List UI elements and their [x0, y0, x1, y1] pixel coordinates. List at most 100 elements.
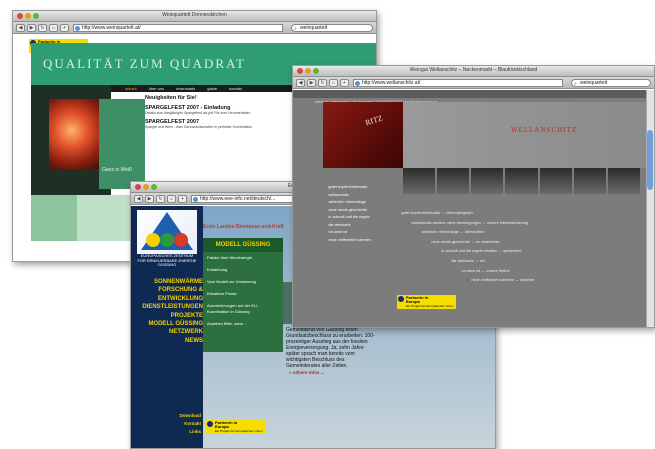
scrollbar-thumb[interactable] — [647, 130, 653, 190]
menu-item[interactable]: neue servis geschichte — [325, 207, 371, 215]
search-text: weinquartett — [580, 80, 608, 86]
photo-thumbnail — [437, 168, 470, 194]
menu-item[interactable]: in zukunft und die regeln — [325, 214, 371, 222]
feature-image — [49, 99, 99, 169]
reload-button[interactable]: ↻ — [38, 24, 47, 32]
left-menu: guter tropfen/informativ wellanschitz za… — [325, 184, 371, 244]
sitemap-item[interactable]: zahlreich: rebenhänge → übersichten — [398, 228, 648, 238]
eu-stars-icon — [207, 421, 213, 427]
search-icon: ⌕ — [574, 81, 577, 87]
back-button[interactable]: ◀ — [16, 24, 25, 32]
news-item-1-text: Details zum diesjährigen Spargelfest als… — [145, 111, 251, 115]
menu-item-forschung[interactable]: Forschung & Entwicklung — [135, 286, 203, 303]
nav-item-aktuell[interactable]: aktuell — [125, 85, 137, 92]
address-text: http://www.wellanschitz.at/ — [362, 80, 421, 86]
sitemap-item[interactable]: rot werk rot → unsere Weine — [398, 267, 648, 277]
sitemap-item[interactable]: guter tropfen/informativ → informativgle… — [398, 209, 648, 219]
add-bookmark-button[interactable]: + — [178, 195, 187, 203]
site-info-bar: weinbau | wellanschitz | Neckenmarkt | T… — [293, 90, 654, 104]
section-title: MODELL GÜSSING — [203, 238, 283, 252]
nav-item-kontakt[interactable]: kontakt — [229, 85, 242, 92]
reload-button[interactable]: ↻ — [318, 79, 327, 87]
sitemap-item[interactable]: neue zeitfenster kommen → rotweine — [398, 276, 648, 286]
search-field[interactable]: ⌕ weinquartett — [571, 79, 651, 87]
badge-tagline: Ein Projekt der Europäischen Union — [215, 429, 263, 433]
search-text: weinquartett — [300, 25, 328, 31]
sub-menu-item[interactable]: Auszeichnungen auf der EU-Koordination i… — [203, 300, 283, 318]
body-text: Gemeinderat von Güssing einen Grundsatzb… — [286, 327, 375, 369]
eu-stars-icon — [398, 296, 404, 302]
photo-thumbnail — [607, 168, 640, 194]
forward-button[interactable]: ▶ — [27, 24, 36, 32]
footer-menu: Download Kontakt Links — [135, 412, 202, 436]
window-title: Weinquartett Donnerskirchen — [162, 12, 227, 18]
more-info-link[interactable]: » nähere Infos ... — [289, 370, 325, 375]
site-slogan: QUALITÄT ZUM QUADRAT — [43, 56, 246, 71]
sub-menu-item[interactable]: Entstehung — [203, 264, 283, 276]
sub-menu-item[interactable]: Vom Modell zur Umsetzung — [203, 276, 283, 288]
menu-item-links[interactable]: Links — [135, 428, 201, 436]
menu-item[interactable]: zahlreich: rebenhänge — [325, 199, 371, 207]
sub-menu-item[interactable]: Ansehen Bitte, dann ... — [203, 318, 283, 330]
eebz-logo — [137, 210, 197, 254]
back-button[interactable]: ◀ — [134, 195, 143, 203]
menu-item-netzwerk[interactable]: Netzwerk — [135, 328, 203, 336]
sitemap-item[interactable]: wellanschitz weinen: reine übertragungen… — [398, 219, 648, 229]
add-bookmark-button[interactable]: + — [340, 79, 349, 87]
menu-item[interactable]: rot werk rot — [325, 229, 371, 237]
forward-button[interactable]: ▶ — [307, 79, 316, 87]
browser-toolbar: ◀ ▶ ↻ ⌂ + http://www.wellanschitz.at/ ⌕ … — [293, 77, 654, 89]
logo-caption: EUROPÄISCHES ZENTRUM FÜR ERNEUERBARE ENE… — [137, 253, 197, 267]
address-bar[interactable]: http://www.wellanschitz.at/ — [353, 79, 563, 87]
menu-item-dienstleistungen[interactable]: Dienstleistungen — [135, 303, 203, 311]
photo-thumbnail — [573, 168, 606, 194]
title-bar[interactable]: Weinquartett Donnerskirchen — [13, 11, 376, 22]
sub-menu-item[interactable]: Fakten über Windenergie — [203, 252, 283, 264]
title-bar[interactable]: Weingut Wellanschitz – Neckenmarkt – Bla… — [293, 66, 654, 77]
home-button[interactable]: ⌂ — [167, 195, 176, 203]
menu-item-news[interactable]: News — [135, 337, 203, 345]
photo-thumbnail — [505, 168, 538, 194]
hero-image-grey — [403, 102, 654, 168]
photo-thumbnail — [539, 168, 572, 194]
reload-button[interactable]: ↻ — [156, 195, 165, 203]
menu-item-download[interactable]: Download — [135, 412, 202, 420]
vertical-scrollbar[interactable] — [646, 90, 654, 327]
menu-item-kontakt[interactable]: Kontakt — [135, 420, 201, 428]
image-caption-panel: Ganz in Weiß — [99, 99, 145, 189]
address-bar[interactable]: http://www.weinquartett.at/ — [73, 24, 283, 32]
sitemap-item[interactable]: die weinkarte → ein — [398, 257, 648, 267]
sub-menu: Fakten über Windenergie Entstehung Vom M… — [203, 252, 283, 352]
browser-window-wellanschitz[interactable]: Weingut Wellanschitz – Neckenmarkt – Bla… — [292, 65, 655, 328]
menu-item[interactable]: wellanschitz — [325, 192, 371, 200]
menu-item-sonnenwaerme[interactable]: Sonnenwärme — [135, 278, 203, 286]
search-field[interactable]: ⌕ weinquartett — [291, 24, 373, 32]
eebz-logo-graphic — [141, 212, 193, 250]
nav-item-downloads[interactable]: downloads — [176, 85, 195, 92]
main-menu: Sonnenwärme Forschung & Entwicklung Dien… — [135, 278, 203, 345]
hero-image-red — [323, 102, 403, 168]
eu-partner-badge: Partnerin in Europa Ein Projekt der Euro… — [206, 420, 265, 434]
menu-item-projekte[interactable]: Projekte — [135, 312, 203, 320]
nav-item-ueber-uns[interactable]: über uns — [149, 85, 165, 92]
photo-strip — [403, 168, 640, 194]
browser-toolbar: ◀ ▶ ↻ ⌂ + http://www.weinquartett.at/ ⌕ … — [13, 22, 376, 34]
back-button[interactable]: ◀ — [296, 79, 305, 87]
menu-item[interactable]: guter tropfen/informativ — [325, 184, 371, 192]
eu-partner-badge: Partnerin in Europa Ein Projekt der Euro… — [397, 295, 456, 309]
menu-item[interactable]: die weinkarte — [325, 222, 371, 230]
menu-item[interactable]: neue zeitfenster kommen — [325, 237, 371, 245]
forward-button[interactable]: ▶ — [145, 195, 154, 203]
menu-item-modell-guessing[interactable]: Modell Güssing — [135, 320, 203, 328]
home-button[interactable]: ⌂ — [329, 79, 338, 87]
sitemap-item[interactable]: in zukunft und die regeln erhalten → ges… — [398, 247, 648, 257]
add-bookmark-button[interactable]: + — [60, 24, 69, 32]
news-item-2-text: Spargel und Wein - zwei Genussbotschafte… — [145, 124, 253, 129]
sitemap-item[interactable]: neue servis geschichte → es zusehends — [398, 238, 648, 248]
nav-item-gaeste[interactable]: gäste — [207, 85, 217, 92]
globe-icon — [193, 197, 198, 202]
home-button[interactable]: ⌂ — [49, 24, 58, 32]
address-text: http://www.weinquartett.at/ — [82, 25, 141, 31]
sub-menu-item[interactable]: Erbaltene Preise — [203, 288, 283, 300]
globe-icon — [75, 26, 80, 31]
